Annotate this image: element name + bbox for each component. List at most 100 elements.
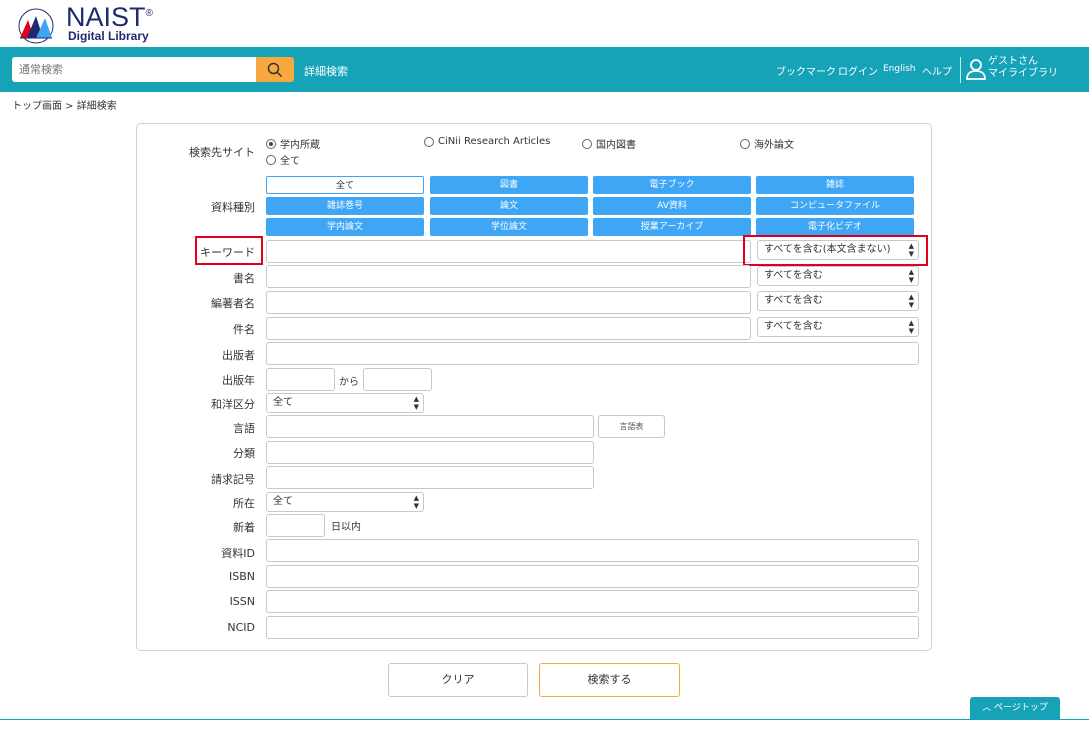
classification-input[interactable] bbox=[266, 441, 594, 464]
select-arrows-icon: ▲ ▼ bbox=[908, 293, 914, 309]
material-id-input[interactable] bbox=[266, 539, 919, 562]
radio-dot bbox=[424, 136, 434, 147]
material-type-label: 資料種別 bbox=[211, 201, 255, 214]
issn-input[interactable] bbox=[266, 590, 919, 613]
author-mode-select[interactable]: すべてを含む ▲ ▼ bbox=[757, 291, 919, 311]
site-radio-domestic[interactable]: 国内図書 bbox=[582, 136, 636, 151]
footer-divider bbox=[0, 719, 1089, 720]
jp-foreign-select[interactable]: 全て ▲ ▼ bbox=[266, 393, 424, 413]
isbn-input[interactable] bbox=[266, 565, 919, 588]
new-arrival-suffix: 日以内 bbox=[331, 522, 361, 533]
select-value: 全て bbox=[273, 496, 293, 507]
call-number-label: 請求記号 bbox=[211, 473, 255, 486]
title-label: 書名 bbox=[233, 272, 255, 285]
material-type-computer-files[interactable]: コンピュータファイル bbox=[756, 197, 914, 215]
my-library-link[interactable]: マイライブラリ bbox=[988, 68, 1058, 80]
radio-label: 海外論文 bbox=[754, 140, 794, 151]
radio-dot bbox=[266, 138, 276, 149]
user-icon[interactable] bbox=[966, 57, 986, 81]
radio-label: 学内所蔵 bbox=[280, 140, 320, 151]
material-type-lecture-archive[interactable]: 授業アーカイブ bbox=[593, 218, 751, 236]
issn-label: ISSN bbox=[229, 595, 255, 608]
login-link[interactable]: ログイン bbox=[838, 63, 878, 78]
radio-dot bbox=[740, 138, 750, 149]
language-label: 言語 bbox=[233, 422, 255, 435]
submit-search-button[interactable]: 検索する bbox=[539, 663, 680, 697]
keyword-label-highlight bbox=[195, 236, 263, 265]
location-select[interactable]: 全て ▲ ▼ bbox=[266, 492, 424, 512]
subject-label: 件名 bbox=[233, 323, 255, 336]
naist-emblem-icon bbox=[18, 8, 54, 44]
publisher-label: 出版者 bbox=[222, 349, 255, 362]
radio-label: 国内図書 bbox=[596, 140, 636, 151]
select-arrows-icon: ▲ ▼ bbox=[413, 395, 419, 411]
subject-mode-select[interactable]: すべてを含む ▲ ▼ bbox=[757, 317, 919, 337]
guest-name: ゲストさん bbox=[988, 56, 1038, 67]
new-arrival-label: 新着 bbox=[233, 521, 255, 534]
select-arrows-icon: ▲ ▼ bbox=[908, 319, 914, 335]
search-button[interactable] bbox=[256, 57, 294, 82]
year-label: 出版年 bbox=[222, 374, 255, 387]
year-range-separator: から bbox=[339, 377, 359, 388]
chevron-up-icon: ︿ bbox=[982, 703, 992, 713]
subject-input[interactable] bbox=[266, 317, 751, 340]
page-top-label: ページトップ bbox=[994, 703, 1048, 713]
radio-label: 全て bbox=[280, 156, 300, 167]
logo-bar: NAIST® Digital Library bbox=[0, 0, 1089, 47]
radio-dot bbox=[582, 138, 592, 149]
ncid-input[interactable] bbox=[266, 616, 919, 639]
logo-subtitle: Digital Library bbox=[68, 29, 149, 43]
top-bar: 詳細検索 ブックマーク ログイン English ヘルプ ゲストさん マイライブ… bbox=[0, 47, 1089, 92]
jp-foreign-label: 和洋区分 bbox=[211, 398, 255, 411]
site-radio-foreign[interactable]: 海外論文 bbox=[740, 136, 794, 151]
publisher-input[interactable] bbox=[266, 342, 919, 365]
select-value: すべてを含む bbox=[764, 295, 823, 306]
year-to-input[interactable] bbox=[363, 368, 432, 391]
material-type-digital-video[interactable]: 電子化ビデオ bbox=[756, 218, 914, 236]
search-input[interactable] bbox=[12, 57, 256, 82]
year-from-input[interactable] bbox=[266, 368, 335, 391]
help-link[interactable]: ヘルプ bbox=[922, 63, 952, 78]
material-type-books[interactable]: 図書 bbox=[430, 176, 588, 194]
advanced-search-link[interactable]: 詳細検索 bbox=[304, 63, 348, 79]
title-mode-select[interactable]: すべてを含む ▲ ▼ bbox=[757, 266, 919, 286]
site-radio-all[interactable]: 全て bbox=[266, 152, 300, 167]
search-icon bbox=[267, 62, 283, 78]
select-arrows-icon: ▲ ▼ bbox=[413, 494, 419, 510]
material-type-all[interactable]: 全て bbox=[266, 176, 424, 194]
site-label: 検索先サイト bbox=[189, 146, 255, 159]
site-radio-gakunai[interactable]: 学内所蔵 bbox=[266, 136, 320, 151]
material-type-journals[interactable]: 雑誌 bbox=[756, 176, 914, 194]
material-type-theses[interactable]: 学位論文 bbox=[430, 218, 588, 236]
keyword-mode-highlight bbox=[743, 235, 928, 266]
material-type-ebooks[interactable]: 電子ブック bbox=[593, 176, 751, 194]
radio-dot bbox=[266, 154, 276, 165]
language-input[interactable] bbox=[266, 415, 594, 438]
material-type-av[interactable]: AV資料 bbox=[593, 197, 751, 215]
language-table-button[interactable]: 言語表 bbox=[598, 415, 665, 438]
author-input[interactable] bbox=[266, 291, 751, 314]
page-top-button[interactable]: ︿ ページトップ bbox=[970, 697, 1060, 719]
new-arrival-days-input[interactable] bbox=[266, 514, 325, 537]
select-arrows-icon: ▲ ▼ bbox=[908, 268, 914, 284]
material-id-label: 資料ID bbox=[221, 547, 255, 560]
site-radio-cinii[interactable]: CiNii Research Articles bbox=[424, 136, 550, 147]
classification-label: 分類 bbox=[233, 447, 255, 460]
keyword-input[interactable] bbox=[266, 240, 751, 263]
breadcrumb: トップ画面 > 詳細検索 bbox=[12, 101, 117, 112]
english-link[interactable]: English bbox=[883, 64, 916, 74]
select-value: 全て bbox=[273, 397, 293, 408]
author-label: 編著者名 bbox=[211, 297, 255, 310]
ncid-label: NCID bbox=[227, 621, 255, 634]
select-value: すべてを含む bbox=[764, 270, 823, 281]
material-type-campus-papers[interactable]: 学内論文 bbox=[266, 218, 424, 236]
title-input[interactable] bbox=[266, 265, 751, 288]
call-number-input[interactable] bbox=[266, 466, 594, 489]
user-menu[interactable]: ゲストさん マイライブラリ bbox=[988, 56, 1058, 80]
bookmark-link[interactable]: ブックマーク bbox=[776, 63, 836, 78]
material-type-articles[interactable]: 論文 bbox=[430, 197, 588, 215]
select-value: すべてを含む bbox=[764, 321, 823, 332]
clear-button[interactable]: クリア bbox=[388, 663, 528, 697]
isbn-label: ISBN bbox=[228, 570, 255, 583]
material-type-journal-volumes[interactable]: 雑誌巻号 bbox=[266, 197, 424, 215]
